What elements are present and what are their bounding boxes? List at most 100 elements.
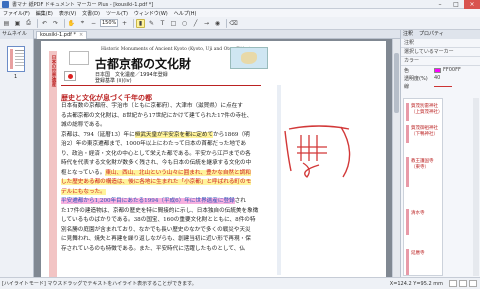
body-text[interactable]: 日本有数の京都府、宇治市（ともに京都府）、大津市（滋賀県）に点在す る古都京都の…: [61, 102, 283, 254]
color-swatch[interactable]: [434, 67, 441, 73]
annotation-marker: [406, 209, 409, 235]
english-subtitle: Historic Monuments of Ancient Kyoto (Kyo…: [101, 47, 251, 52]
annotation-list[interactable]: 賀茂別雷神社（上賀茂神社） 賀茂御祖神社（下鴨神社） 教王護国寺（東寺） 清水寺…: [403, 98, 443, 276]
handwritten-ink-annotation[interactable]: [279, 121, 359, 181]
yellow-highlight[interactable]: 桓武天皇が平安京を都に定めて: [134, 131, 214, 138]
yellow-highlight[interactable]: した歴史ある都の構造は、: [61, 179, 129, 185]
document-viewport[interactable]: 日本の世界遺産 Historic Monuments of Ancient Ky…: [34, 39, 400, 277]
opacity-value[interactable]: 40: [434, 75, 440, 81]
menu-help[interactable]: ヘルプ(H): [171, 10, 200, 17]
location-map: [230, 47, 268, 69]
yellow-highlight[interactable]: 後に各地に生まれた「小京都」と呼ばれる町のモ: [128, 179, 252, 185]
text-box-icon[interactable]: T: [158, 19, 167, 28]
annotation-item[interactable]: 賀茂御祖神社（下鴨神社）: [411, 126, 441, 137]
annotation-item[interactable]: 賀茂別雷神社（上賀茂神社）: [411, 104, 442, 115]
text-run: され: [234, 198, 246, 204]
menu-window[interactable]: ウィンドウ(W): [131, 10, 171, 17]
highlighter-icon[interactable]: ▮: [136, 18, 145, 28]
annotation-item[interactable]: 延暦寺: [411, 251, 441, 257]
zoom-out-icon[interactable]: −: [89, 19, 98, 28]
zoom-input[interactable]: 150%: [100, 19, 118, 27]
single-page-view-icon[interactable]: [449, 280, 457, 287]
vertical-scrollbar[interactable]: [392, 39, 400, 277]
thumbnail-page-number: 1: [14, 74, 18, 80]
toolbar-separator: [133, 18, 134, 28]
section-annotations: 注釈: [401, 39, 480, 48]
pdf-page[interactable]: 日本の世界遺産 Historic Monuments of Ancient Ky…: [41, 41, 386, 277]
opacity-row[interactable]: 透明度(%) 40: [401, 74, 480, 82]
continuous-view-icon[interactable]: [459, 280, 467, 287]
app-window: 書マナ 紙PDF ドキュメント マーカー Plus - [kousiki-1.p…: [0, 0, 480, 289]
text-run: 時代を代表する文化財が数多く残され、今も日本の伝統を継承する文化の中: [61, 160, 252, 166]
line-icon[interactable]: ╱: [191, 19, 200, 28]
app-icon: [2, 0, 9, 8]
minimize-icon[interactable]: –: [432, 0, 448, 9]
annotation-marker: [406, 157, 409, 187]
toolbar-separator: [37, 18, 38, 28]
text-run: 京都は、794（延暦13）年に: [61, 131, 135, 138]
document-tab-bar: kousiki-1.pdf * ×: [34, 30, 400, 39]
arrow-icon[interactable]: →: [202, 19, 211, 28]
text-run: しているものばかりである。38の国宝、160の重要文化財とともに、8件の特: [61, 217, 256, 223]
text-line: 別名勝の庭園が含まれており、なかでも長い歴史のなかで多くの戦災や天災: [61, 226, 283, 236]
ellipse-icon[interactable]: ○: [180, 19, 189, 28]
text-line: り、政治・経済・文化の中心として栄えた都である。平安から江戸までの各: [61, 150, 283, 160]
page-thumbnail[interactable]: [7, 46, 25, 72]
menu-view[interactable]: 表示(V): [56, 10, 79, 17]
menu-tools[interactable]: ツール(T): [103, 10, 131, 17]
hand-tool-icon[interactable]: ✋: [67, 19, 76, 28]
open-icon[interactable]: ▤: [2, 19, 11, 28]
text-run: り、政治・経済・文化の中心として栄えた都である。平安から江戸までの各: [61, 150, 251, 157]
menu-edit[interactable]: 編集(E): [33, 10, 56, 17]
rectangle-icon[interactable]: □: [169, 19, 178, 28]
yellow-highlight[interactable]: デルにもなった。: [61, 188, 106, 195]
text-line: 枢となっている。東山、西山、北山という山々に囲まれ、豊かな自然と調和: [61, 169, 283, 179]
text-line: 治2）年の東京遷都まで、1000年以上にわたって日本の首都だった地であ: [61, 140, 283, 150]
menu-document[interactable]: 文書(D): [79, 10, 103, 17]
pen-icon[interactable]: ✎: [147, 19, 156, 28]
maximize-icon[interactable]: □: [448, 0, 464, 9]
status-message: [ハイライトモード] マウスドラッグでテキストをハイライト表示することができます…: [2, 281, 197, 287]
annotation-item[interactable]: 教王護国寺（東寺）: [411, 159, 441, 170]
menu-file[interactable]: ファイル(F): [0, 10, 33, 17]
annotation-item[interactable]: 清水寺: [411, 211, 441, 217]
color-row[interactable]: 色 FF00FF: [401, 66, 480, 74]
color-value: FF00FF: [443, 67, 461, 73]
document-tab[interactable]: kousiki-1.pdf * ×: [36, 31, 88, 39]
text-line: 時代を代表する文化財が数多く残され、今も日本の伝統を継承する文化の中: [61, 159, 283, 169]
heritage-meta: 日本国 文化遺産／1994年登録 登録基準 (ii)(iv): [95, 72, 168, 84]
document-tab-label: kousiki-1.pdf *: [40, 32, 76, 38]
scrollbar-thumb[interactable]: [394, 53, 399, 113]
color-label: 色: [404, 67, 410, 74]
zoom-in-icon[interactable]: +: [120, 19, 129, 28]
line-label: 線: [404, 83, 410, 90]
undo-icon[interactable]: ↶: [40, 19, 49, 28]
line-style-preview[interactable]: [434, 85, 452, 87]
properties-pane-header: 注釈 プロパティ: [401, 30, 480, 39]
japan-flag: [64, 71, 76, 81]
close-icon[interactable]: ×: [464, 0, 480, 9]
text-run: た17件の建造物は、京都の歴史を特に間接的に示し、日本独自の伝統美を象徴: [61, 207, 259, 214]
toolbar-separator: [226, 18, 227, 28]
toolbar-separator: [64, 18, 65, 28]
tab-annotations[interactable]: 注釈: [403, 30, 413, 39]
yellow-highlight[interactable]: 東山、西山、北山という山々に囲まれ、豊かな自然と調和: [105, 169, 251, 176]
text-line: 平安遷都から1,200年目にあたる1994（平成6）年に世界遺産に登録され: [61, 197, 283, 207]
line-row[interactable]: 線: [401, 82, 480, 90]
text-line: た17件の建造物は、京都の歴史を特に間接的に示し、日本独自の伝統美を象徴: [61, 207, 283, 217]
pink-highlight[interactable]: 平安遷都から1,200年目にあたる1994（平成6）年に世界遺産に登録: [61, 198, 235, 204]
page-title: 古都京都の文化財: [95, 57, 192, 71]
tab-properties[interactable]: プロパティ: [419, 30, 444, 39]
tab-close-icon[interactable]: ×: [79, 32, 83, 39]
select-tool-icon[interactable]: ⌖: [78, 19, 87, 28]
properties-scrollbar[interactable]: [473, 98, 479, 276]
print-icon[interactable]: ⎙: [24, 19, 33, 28]
title-bar: 書マナ 紙PDF ドキュメント マーカー Plus - [kousiki-1.p…: [0, 0, 480, 9]
save-icon[interactable]: ▣: [13, 19, 22, 28]
text-run: る古都京都の文化財は、8世紀から17世紀にかけて建てられた17件の寺社、: [61, 112, 253, 119]
stamp-icon[interactable]: ◉: [213, 19, 222, 28]
text-line: 存されているのも特徴である。また、平安時代に活躍したものとして、仏: [61, 245, 283, 255]
redo-icon[interactable]: ↷: [51, 19, 60, 28]
two-page-view-icon[interactable]: [469, 280, 477, 287]
eraser-icon[interactable]: ⌫: [229, 19, 238, 28]
